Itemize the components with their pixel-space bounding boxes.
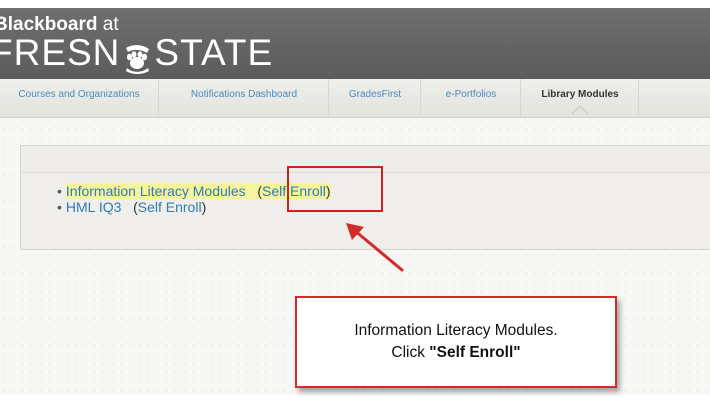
tab-notifications-dashboard[interactable]: Notifications Dashboard — [158, 79, 329, 117]
paw-print-icon — [122, 40, 152, 74]
callout-line-2: Click "Self Enroll" — [391, 342, 520, 364]
tab-label: e-Portfolios — [445, 89, 497, 100]
information-literacy-modules-link[interactable]: Information Literacy Modules — [66, 183, 246, 199]
close-paren: ) — [201, 199, 207, 215]
brand-line-2: FRESN STATE — [0, 32, 273, 74]
tab-label: Courses and Organizations — [18, 89, 140, 100]
tab-courses-and-organizations[interactable]: Courses and Organizations — [0, 79, 158, 117]
tab-divider-end — [638, 79, 710, 117]
active-tab-caret-icon — [572, 106, 588, 114]
brand-state-part: STATE — [154, 32, 274, 73]
brand-fresno-part: FRESN — [0, 32, 121, 73]
tab-e-portfolios[interactable]: e-Portfolios — [420, 79, 521, 117]
annotation-highlight-box — [287, 166, 383, 212]
annotation-callout: Information Literacy Modules. Click "Sel… — [295, 296, 617, 388]
tab-label: GradesFirst — [348, 89, 402, 100]
tab-label: Notifications Dashboard — [190, 89, 298, 100]
annotation-arrow-icon — [346, 223, 404, 272]
self-enroll-link[interactable]: Self Enroll — [138, 199, 202, 215]
main-nav-tabs: Courses and Organizations Notifications … — [0, 79, 710, 118]
tab-library-modules[interactable]: Library Modules — [520, 79, 639, 117]
bullet: • — [57, 183, 62, 199]
tab-gradesfirst[interactable]: GradesFirst — [328, 79, 421, 117]
callout-emphasis: "Self Enroll" — [429, 344, 521, 361]
hml-iq3-link[interactable]: HML IQ3 — [66, 199, 122, 215]
site-header: Blackboard at FRESN STATE — [0, 8, 710, 79]
bullet: • — [57, 199, 62, 215]
callout-prefix: Click — [391, 344, 430, 361]
tab-label: Library Modules — [541, 89, 619, 100]
screenshot-frame: Blackboard at FRESN STATE Courses and Or… — [0, 0, 710, 415]
callout-line-1: Information Literacy Modules. — [354, 322, 558, 339]
